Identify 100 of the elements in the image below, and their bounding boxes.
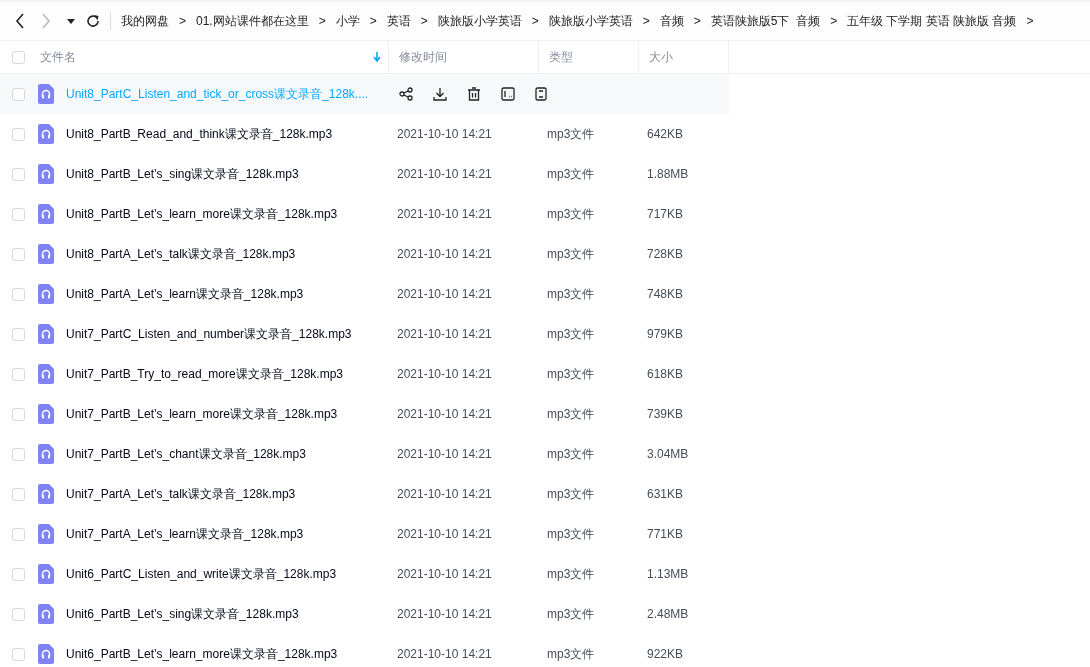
row-checkbox[interactable] xyxy=(11,407,25,421)
breadcrumb-item[interactable]: 我的网盘 xyxy=(121,12,169,30)
breadcrumb-item[interactable]: 01.网站课件都在这里 xyxy=(196,12,309,30)
file-name[interactable]: Unit8_PartA_Let’s_learn课文录音_128k.mp3 xyxy=(66,285,304,303)
breadcrumb-separator: > xyxy=(830,14,838,28)
breadcrumb-item[interactable]: 陕旅版小学英语 xyxy=(437,12,522,30)
file-name[interactable]: Unit7_PartA_Let’s_learn课文录音_128k.mp3 xyxy=(66,525,304,543)
row-checkbox[interactable] xyxy=(11,247,25,261)
back-icon[interactable] xyxy=(15,13,25,29)
file-size: 2.48MB xyxy=(646,607,690,621)
file-size: 1.13MB xyxy=(646,567,690,581)
file-size: 748KB xyxy=(646,287,685,301)
breadcrumb-item[interactable]: 陕旅版小学英语 xyxy=(548,12,633,30)
file-size: 642KB xyxy=(646,127,685,141)
row-checkbox[interactable] xyxy=(11,527,25,541)
modified-time: 2021-10-10 14:21 xyxy=(396,207,493,221)
row-checkbox[interactable] xyxy=(11,287,25,301)
audio-file-icon xyxy=(38,84,54,104)
column-header[interactable]: 修改时间 xyxy=(399,48,447,66)
breadcrumb-item[interactable]: 英语 xyxy=(386,12,411,30)
row-checkbox[interactable] xyxy=(11,167,25,181)
file-name[interactable]: Unit7_PartC_Listen_and_number课文录音_128k.mp3 xyxy=(66,325,352,343)
modified-time: 2021-10-10 14:21 xyxy=(396,647,493,661)
modified-time: 2021-10-10 14:21 xyxy=(396,607,493,621)
row-checkbox[interactable] xyxy=(11,367,25,381)
caret-icon[interactable] xyxy=(67,18,75,24)
file-type: mp3文件 xyxy=(546,645,596,663)
file-name[interactable]: Unit8_PartB_Read_and_think课文录音_128k.mp3 xyxy=(66,125,333,143)
audio-file-icon xyxy=(38,604,54,624)
audio-file-icon xyxy=(38,284,54,304)
column-header[interactable]: 类型 xyxy=(549,48,573,66)
breadcrumb-separator: > xyxy=(179,14,186,28)
file-type: mp3文件 xyxy=(546,605,596,623)
row-checkbox[interactable] xyxy=(11,87,25,101)
row-checkbox[interactable] xyxy=(11,647,25,661)
breadcrumb-item[interactable]: 小学 xyxy=(335,12,360,30)
file-size: 3.04MB xyxy=(646,447,690,461)
row-checkbox[interactable] xyxy=(11,487,25,501)
download-icon[interactable] xyxy=(433,87,447,101)
file-name[interactable]: Unit6_PartC_Listen_and_write课文录音_128k.mp3 xyxy=(66,565,337,583)
file-size: 739KB xyxy=(646,407,685,421)
share-icon[interactable] xyxy=(399,87,413,101)
modified-time: 2021-10-10 14:21 xyxy=(396,447,493,461)
file-size: 771KB xyxy=(646,527,685,541)
file-type: mp3文件 xyxy=(546,125,596,143)
file-name[interactable]: Unit7_PartB_Try_to_read_more课文录音_128k.mp3 xyxy=(66,365,343,383)
breadcrumb-separator: > xyxy=(693,14,701,28)
modified-time: 2021-10-10 14:21 xyxy=(396,127,493,141)
audio-file-icon xyxy=(38,564,54,584)
refresh-icon[interactable] xyxy=(86,14,100,28)
column-header[interactable]: 文件名 xyxy=(40,48,76,66)
select-all-checkbox[interactable] xyxy=(11,50,25,64)
file-size: 728KB xyxy=(646,247,685,261)
file-size: 631KB xyxy=(646,487,685,501)
file-type: mp3文件 xyxy=(546,245,596,263)
file-name[interactable]: Unit7_PartB_Let’s_chant课文录音_128k.mp3 xyxy=(66,445,306,463)
row-checkbox[interactable] xyxy=(11,567,25,581)
audio-file-icon xyxy=(38,204,54,224)
file-size: 922KB xyxy=(646,647,685,661)
row-checkbox[interactable] xyxy=(11,207,25,221)
breadcrumb-separator: > xyxy=(1026,14,1034,28)
file-type: mp3文件 xyxy=(546,405,596,423)
modified-time: 2021-10-10 14:21 xyxy=(396,247,493,261)
breadcrumb-separator: > xyxy=(369,14,377,28)
row-checkbox[interactable] xyxy=(11,327,25,341)
file-name[interactable]: Unit6_PartB_Let’s_learn_more课文录音_128k.mp3 xyxy=(66,645,338,663)
file-name[interactable]: Unit8_PartB_Let’s_sing课文录音_128k.mp3 xyxy=(66,165,299,183)
file-type: mp3文件 xyxy=(546,285,596,303)
file-name[interactable]: Unit8_PartA_Let’s_talk课文录音_128k.mp3 xyxy=(66,245,296,263)
modified-time: 2021-10-10 14:21 xyxy=(396,327,493,341)
more-icon[interactable] xyxy=(535,87,547,101)
file-size: 618KB xyxy=(646,367,685,381)
file-name[interactable]: Unit6_PartB_Let’s_sing课文录音_128k.mp3 xyxy=(66,605,299,623)
rename-icon[interactable] xyxy=(501,87,515,101)
file-name[interactable]: Unit7_PartA_Let’s_talk课文录音_128k.mp3 xyxy=(66,485,296,503)
row-checkbox[interactable] xyxy=(11,127,25,141)
file-name[interactable]: Unit8_PartB_Let’s_learn_more课文录音_128k.mp3 xyxy=(66,205,338,223)
breadcrumb-item[interactable]: 五年级 下学期 英语 陕旅版 音频 xyxy=(847,12,1017,30)
modified-time: 2021-10-10 14:21 xyxy=(396,287,493,301)
breadcrumb-separator: > xyxy=(642,14,650,28)
file-type: mp3文件 xyxy=(546,485,596,503)
audio-file-icon xyxy=(38,524,54,544)
file-type: mp3文件 xyxy=(546,325,596,343)
trash-icon[interactable] xyxy=(467,87,481,101)
file-name[interactable]: Unit7_PartB_Let’s_learn_more课文录音_128k.mp3 xyxy=(66,405,338,423)
audio-file-icon xyxy=(38,324,54,344)
breadcrumb-item[interactable]: 音频 xyxy=(659,12,684,30)
row-checkbox[interactable] xyxy=(11,447,25,461)
audio-file-icon xyxy=(38,164,54,184)
column-header[interactable]: 大小 xyxy=(649,48,673,66)
audio-file-icon xyxy=(38,244,54,264)
file-type: mp3文件 xyxy=(546,165,596,183)
sort-arrow-icon[interactable] xyxy=(373,52,381,62)
row-checkbox[interactable] xyxy=(11,607,25,621)
breadcrumb-item[interactable]: 英语陕旅版5下 音频 xyxy=(710,12,821,30)
modified-time: 2021-10-10 14:21 xyxy=(396,167,493,181)
breadcrumb-separator: > xyxy=(531,14,539,28)
modified-time: 2021-10-10 14:21 xyxy=(396,407,493,421)
file-type: mp3文件 xyxy=(546,365,596,383)
modified-time: 2021-10-10 14:21 xyxy=(396,367,493,381)
